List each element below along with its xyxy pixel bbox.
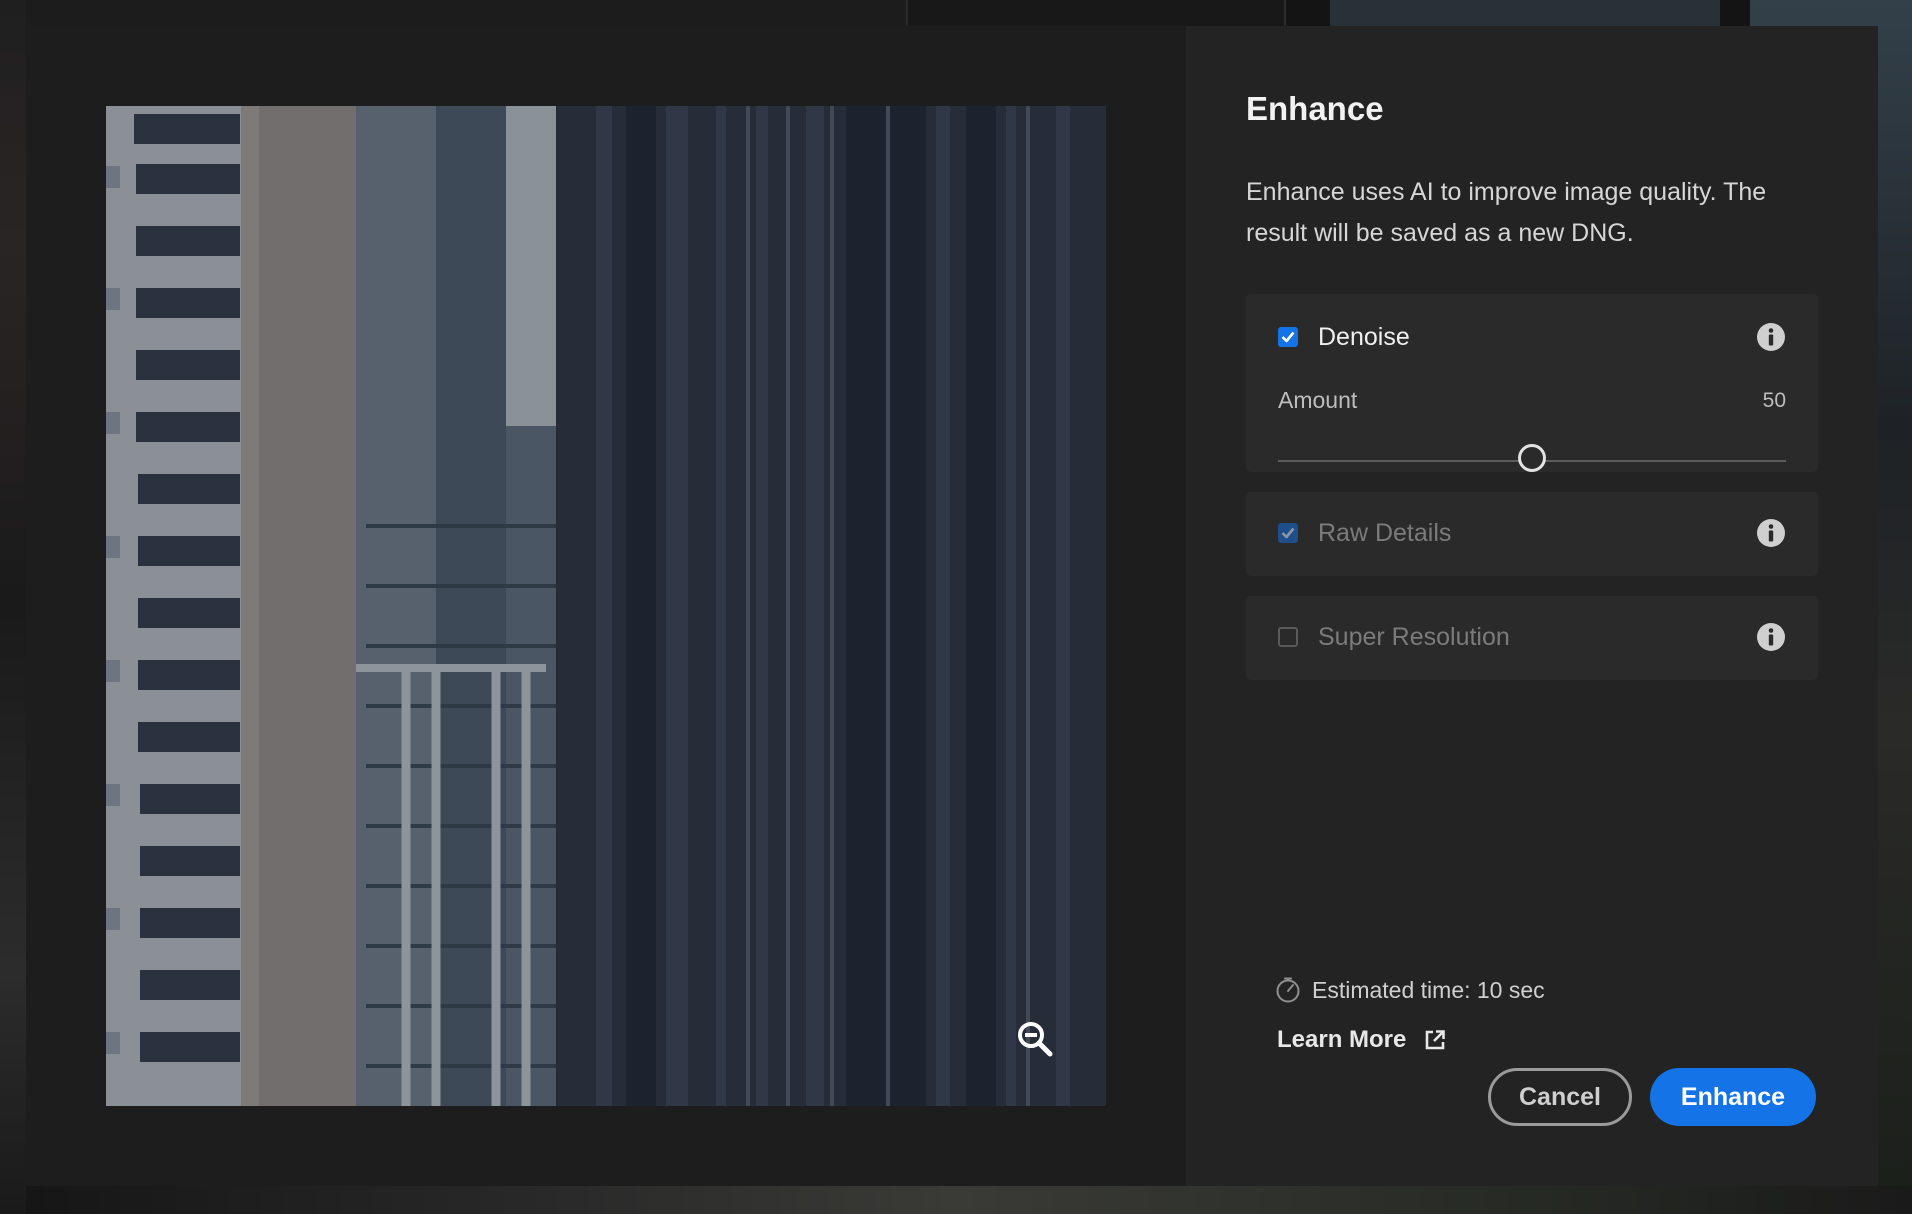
building-photo <box>106 106 1106 1106</box>
denoise-label: Denoise <box>1318 322 1410 351</box>
zoom-out-button[interactable] <box>1014 1018 1056 1060</box>
estimated-time: Estimated time: 10 sec <box>1274 976 1545 1004</box>
cancel-button[interactable]: Cancel <box>1488 1068 1632 1126</box>
background-photo-strip <box>0 0 26 1214</box>
checkmark-icon <box>1281 527 1295 539</box>
super-resolution-row: Super Resolution <box>1278 622 1786 652</box>
raw-details-card: Raw Details <box>1246 492 1818 576</box>
denoise-checkbox[interactable] <box>1278 327 1298 347</box>
learn-more-label: Learn More <box>1277 1026 1407 1053</box>
external-link-icon <box>1426 1030 1446 1050</box>
photo-preview[interactable] <box>106 106 1106 1106</box>
estimated-time-text: Estimated time: 10 sec <box>1312 976 1545 1003</box>
raw-details-row: Raw Details <box>1278 518 1786 548</box>
info-icon[interactable] <box>1756 322 1786 352</box>
info-icon[interactable] <box>1756 518 1786 548</box>
amount-label: Amount <box>1278 387 1358 413</box>
stopwatch-icon <box>1276 977 1300 1003</box>
enhance-settings-panel: Enhance Enhance uses AI to improve image… <box>1186 26 1878 1186</box>
background-photo-strip <box>1330 0 1720 26</box>
denoise-row: Denoise <box>1278 322 1786 352</box>
raw-details-checkbox[interactable] <box>1278 523 1298 543</box>
background-photo-strip <box>0 0 906 26</box>
enhance-button[interactable]: Enhance <box>1650 1068 1816 1126</box>
amount-slider-thumb[interactable] <box>1518 444 1546 472</box>
dialog-description: Enhance uses AI to improve image quality… <box>1246 178 1767 247</box>
dialog-title: Enhance <box>1246 90 1384 127</box>
amount-value[interactable]: 50 <box>1763 389 1786 413</box>
background-selected-thumbnail <box>906 0 1286 28</box>
info-icon[interactable] <box>1756 622 1786 652</box>
preview-pane <box>26 26 1186 1186</box>
background-photo-strip <box>0 1186 1912 1214</box>
learn-more-link[interactable]: Learn More <box>1277 1026 1446 1054</box>
super-resolution-card: Super Resolution <box>1246 596 1818 680</box>
super-resolution-checkbox[interactable] <box>1278 627 1298 647</box>
amount-slider[interactable] <box>1278 444 1786 472</box>
zoom-out-icon <box>1018 1022 1053 1057</box>
enhance-dialog: Enhance Enhance uses AI to improve image… <box>26 26 1878 1186</box>
super-resolution-label: Super Resolution <box>1318 622 1510 651</box>
raw-details-label: Raw Details <box>1318 518 1452 547</box>
denoise-card: Denoise Amount 50 <box>1246 294 1818 472</box>
checkmark-icon <box>1281 331 1295 343</box>
